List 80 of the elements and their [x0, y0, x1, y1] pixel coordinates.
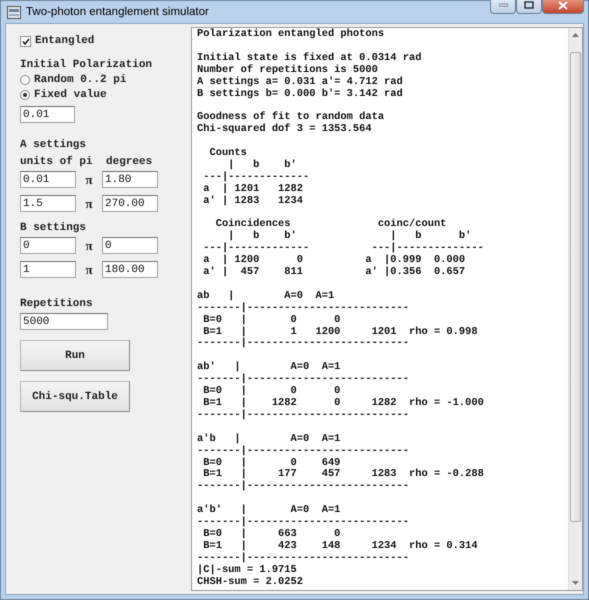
- output-line: B=1 | 423 148 1234 rho = 0.314: [202, 540, 479, 552]
- output-line: a' | 1283 1234: [202, 196, 304, 208]
- output-line: |C|-sum = 1.9715: [197, 564, 298, 577]
- output-line: a | 1200 0 a |0.999 0.000: [202, 255, 466, 266]
- output-line: B=1 | 1 1200 1201 rho = 0.998: [203, 326, 479, 338]
- output-line: Polarization entangled photons: [197, 29, 386, 41]
- radio-button[interactable]: [20, 90, 30, 100]
- output-line: B=1 | 1282 0 1282 rho = -1.000: [202, 398, 485, 410]
- units-of-pi-field[interactable]: 1.5: [20, 195, 76, 212]
- output-line: a'b | A=0 A=1: [197, 434, 342, 446]
- close-button[interactable]: [542, 0, 584, 14]
- output-line: ab' | A=0 A=1: [197, 362, 342, 374]
- radio-label: Fixed value: [34, 89, 107, 101]
- action-button[interactable]: Run: [20, 340, 130, 371]
- close-icon: [558, 0, 568, 10]
- output-line: -------|--------------------------: [197, 517, 410, 528]
- output-line: a | 1201 1282: [202, 184, 304, 196]
- output-line: B settings b= 0.000 b'= 3.142 rad: [197, 88, 404, 100]
- minimize-icon: [498, 3, 508, 7]
- repetitions-label: Repetitions: [20, 298, 93, 310]
- radio-button[interactable]: [20, 75, 30, 85]
- output-line: -------|--------------------------: [197, 338, 410, 350]
- output-line: ab | A=0 A=1: [197, 290, 336, 302]
- output-line: ---|------------- ---|--------------: [202, 243, 485, 254]
- degrees-field[interactable]: 0: [102, 237, 158, 254]
- scroll-thumb[interactable]: [570, 52, 581, 522]
- fixed-value-field[interactable]: 0.01: [20, 106, 75, 123]
- scroll-up-icon[interactable]: [572, 33, 579, 37]
- output-line: B=0 | 0 0: [202, 314, 342, 326]
- scrollbar[interactable]: [568, 28, 582, 590]
- output-line: -------|--------------------------: [197, 446, 410, 458]
- section-heading: B settings: [20, 222, 86, 234]
- output-line: -------|--------------------------: [197, 410, 410, 422]
- output-line: a' | 457 811 a' |0.356 0.657: [202, 267, 466, 279]
- output-line: CHSH-sum = 2.0252: [197, 576, 304, 588]
- output-line: -------|--------------------------: [197, 302, 410, 314]
- pi-symbol: π: [84, 238, 94, 254]
- output-line: B=0 | 0 649: [202, 458, 342, 469]
- output-line: B=0 | 0 0: [202, 386, 342, 398]
- repetitions-field[interactable]: 5000: [20, 313, 108, 330]
- degrees-field[interactable]: 1.80: [102, 171, 158, 188]
- entangled-checkbox[interactable]: [20, 36, 31, 46]
- output-line: -------|--------------------------: [197, 374, 410, 386]
- units-of-pi-field[interactable]: 1: [20, 261, 76, 278]
- output-line: B=0 | 663 0: [202, 528, 342, 540]
- units-of-pi-field[interactable]: 0: [20, 237, 76, 254]
- column-heading: degrees: [106, 156, 152, 168]
- pi-symbol: π: [84, 196, 94, 212]
- column-heading: units of pi: [20, 156, 94, 168]
- output-line: | b b': [227, 160, 298, 172]
- output-line: -------|--------------------------: [197, 481, 410, 494]
- window-title: Two-photon entanglement simulator: [26, 6, 210, 18]
- output-line: Coincidences coinc/count: [214, 219, 448, 230]
- section-heading: A settings: [20, 139, 86, 151]
- radio-label: Random 0..2 pi: [34, 74, 126, 86]
- output-line: ---|-------------: [202, 172, 310, 184]
- app-icon: [7, 6, 21, 18]
- output-line: A settings a= 0.031 a'= 4.712 rad: [197, 76, 404, 88]
- output-line: -------|--------------------------: [197, 552, 410, 564]
- output-line: Initial state is fixed at 0.0314 rad: [197, 52, 422, 64]
- output-line: a'b' | A=0 A=1: [197, 505, 342, 516]
- pi-symbol: π: [84, 262, 94, 278]
- degrees-field[interactable]: 270.00: [102, 195, 158, 212]
- action-button[interactable]: Chi-squ.Table: [20, 381, 130, 412]
- pi-symbol: π: [84, 172, 94, 188]
- output-line: Number of repetitions is 5000: [197, 64, 379, 76]
- minimize-button[interactable]: [490, 0, 516, 14]
- output-line: Chi-squared dof 3 = 1353.564: [197, 124, 373, 136]
- output-line: Goodness of fit to random data: [197, 112, 386, 124]
- scroll-down-icon[interactable]: [572, 581, 579, 585]
- output-line: B=1 | 177 457 1283 rho = -0.288: [202, 469, 485, 480]
- maximize-button[interactable]: [516, 0, 542, 14]
- output-line: | b b' | b b': [227, 231, 472, 242]
- output-line: Counts: [208, 148, 248, 160]
- entangled-label: Entangled: [35, 35, 94, 47]
- maximize-icon: [524, 1, 534, 9]
- units-of-pi-field[interactable]: 0.01: [20, 171, 76, 188]
- degrees-field[interactable]: 180.00: [102, 261, 158, 278]
- checkmark-icon: [22, 38, 30, 44]
- section-heading: Initial Polarization: [20, 59, 152, 71]
